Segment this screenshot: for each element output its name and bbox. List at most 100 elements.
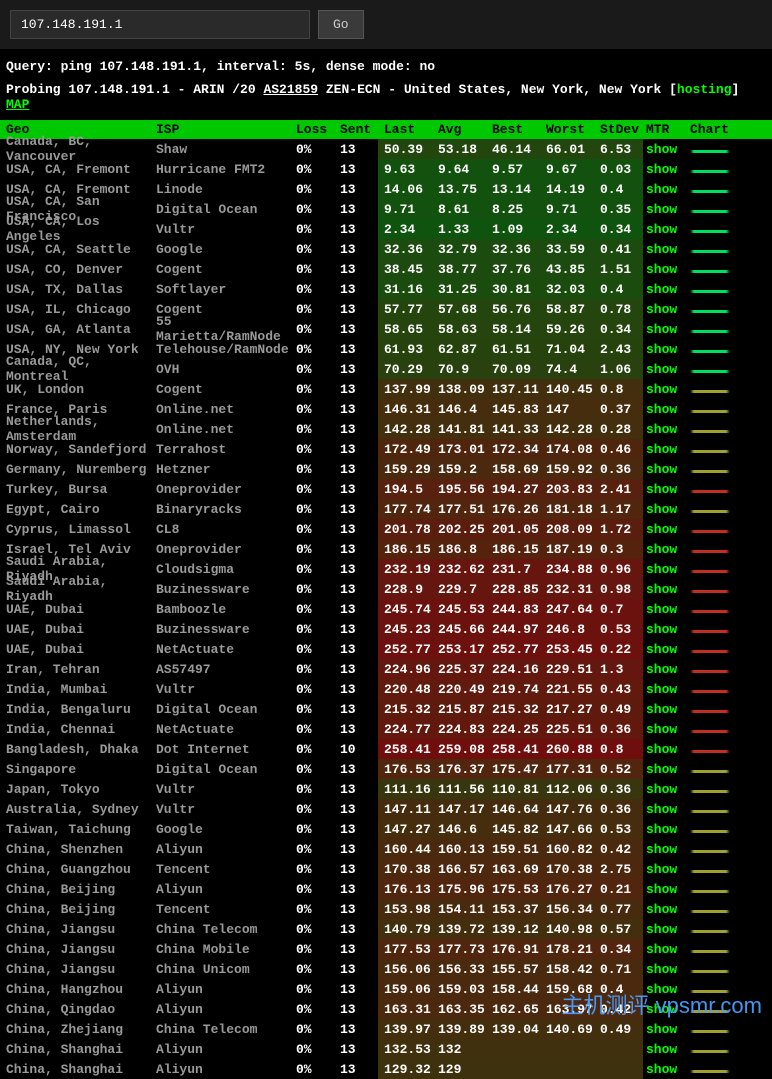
worst-cell: 174.08	[546, 442, 600, 457]
table-row: SingaporeDigital Ocean0%13176.53176.3717…	[0, 759, 772, 779]
mtr-show-link[interactable]: show	[646, 182, 677, 197]
mtr-show-link[interactable]: show	[646, 442, 677, 457]
worst-cell: 203.83	[546, 482, 600, 497]
last-cell: 177.53	[384, 942, 438, 957]
go-button[interactable]: Go	[318, 10, 364, 39]
mtr-show-link[interactable]: show	[646, 702, 677, 717]
sparkline-icon	[690, 630, 730, 633]
mtr-show-link[interactable]: show	[646, 1042, 677, 1057]
mtr-show-link[interactable]: show	[646, 202, 677, 217]
sparkline-cell	[690, 442, 738, 457]
table-row: Netherlands, AmsterdamOnline.net0%13142.…	[0, 419, 772, 439]
sparkline-cell	[690, 522, 738, 537]
mtr-show-link[interactable]: show	[646, 842, 677, 857]
mtr-show-link[interactable]: show	[646, 382, 677, 397]
mtr-show-link[interactable]: show	[646, 1062, 677, 1077]
best-cell: 175.53	[492, 882, 546, 897]
mtr-show-link[interactable]: show	[646, 722, 677, 737]
isp-cell: Tencent	[156, 902, 296, 917]
mtr-show-link[interactable]: show	[646, 302, 677, 317]
sparkline-cell	[690, 662, 738, 677]
stdev-cell: 0.57	[600, 922, 646, 937]
mtr-show-link[interactable]: show	[646, 942, 677, 957]
mtr-show-link[interactable]: show	[646, 482, 677, 497]
mtr-show-link[interactable]: show	[646, 762, 677, 777]
last-cell: 147.27	[384, 822, 438, 837]
mtr-show-link[interactable]: show	[646, 922, 677, 937]
table-row: USA, TX, DallasSoftlayer0%1331.1631.2530…	[0, 279, 772, 299]
table-row: India, MumbaiVultr0%13220.48220.49219.74…	[0, 679, 772, 699]
mtr-show-link[interactable]: show	[646, 822, 677, 837]
sent-cell: 13	[340, 662, 384, 677]
loss-cell: 0%	[296, 342, 340, 357]
best-cell: 186.15	[492, 542, 546, 557]
worst-cell: 147.66	[546, 822, 600, 837]
mtr-show-link[interactable]: show	[646, 782, 677, 797]
avg-cell: 13.75	[438, 182, 492, 197]
mtr-show-link[interactable]: show	[646, 142, 677, 157]
isp-cell: Telehouse/RamNode	[156, 342, 296, 357]
last-cell: 245.23	[384, 622, 438, 637]
isp-cell: OVH	[156, 362, 296, 377]
mtr-show-link[interactable]: show	[646, 642, 677, 657]
mtr-show-link[interactable]: show	[646, 362, 677, 377]
mtr-show-link[interactable]: show	[646, 222, 677, 237]
asn-link[interactable]: AS21859	[263, 82, 318, 97]
mtr-show-link[interactable]: show	[646, 342, 677, 357]
mtr-show-link[interactable]: show	[646, 462, 677, 477]
mtr-show-link[interactable]: show	[646, 402, 677, 417]
mtr-show-link[interactable]: show	[646, 542, 677, 557]
table-row: Egypt, CairoBinaryracks0%13177.74177.511…	[0, 499, 772, 519]
sparkline-icon	[690, 890, 730, 893]
mtr-show-link[interactable]: show	[646, 602, 677, 617]
best-cell: 110.81	[492, 782, 546, 797]
mtr-show-link[interactable]: show	[646, 562, 677, 577]
table-row: China, ShanghaiAliyun0%13129.32129show	[0, 1059, 772, 1079]
last-cell: 57.77	[384, 302, 438, 317]
geo-cell: Iran, Tehran	[6, 662, 156, 677]
mtr-show-link[interactable]: show	[646, 622, 677, 637]
mtr-show-link[interactable]: show	[646, 282, 677, 297]
mtr-show-link[interactable]: show	[646, 862, 677, 877]
best-cell: 32.36	[492, 242, 546, 257]
mtr-show-link[interactable]: show	[646, 422, 677, 437]
worst-cell: 225.51	[546, 722, 600, 737]
table-row: USA, IL, ChicagoCogent0%1357.7757.6856.7…	[0, 299, 772, 319]
hdr-loss: Loss	[296, 122, 340, 137]
avg-cell: 139.72	[438, 922, 492, 937]
stdev-cell: 2.41	[600, 482, 646, 497]
mtr-show-link[interactable]: show	[646, 662, 677, 677]
mtr-show-link[interactable]: show	[646, 262, 677, 277]
last-cell: 137.99	[384, 382, 438, 397]
isp-cell: Cogent	[156, 262, 296, 277]
sent-cell: 13	[340, 1062, 384, 1077]
mtr-show-link[interactable]: show	[646, 882, 677, 897]
map-link[interactable]: MAP	[6, 97, 29, 112]
mtr-show-link[interactable]: show	[646, 522, 677, 537]
mtr-show-link[interactable]: show	[646, 742, 677, 757]
sparkline-cell	[690, 802, 738, 817]
sent-cell: 13	[340, 242, 384, 257]
sparkline-cell	[690, 862, 738, 877]
mtr-show-link[interactable]: show	[646, 242, 677, 257]
mtr-show-link[interactable]: show	[646, 902, 677, 917]
table-row: Taiwan, TaichungGoogle0%13147.27146.6145…	[0, 819, 772, 839]
table-row: Turkey, BursaOneprovider0%13194.5195.561…	[0, 479, 772, 499]
mtr-show-link[interactable]: show	[646, 962, 677, 977]
isp-cell: Cloudsigma	[156, 562, 296, 577]
mtr-show-link[interactable]: show	[646, 162, 677, 177]
mtr-show-link[interactable]: show	[646, 322, 677, 337]
table-row: Norway, SandefjordTerrahost0%13172.49173…	[0, 439, 772, 459]
ip-input[interactable]	[10, 10, 310, 39]
stdev-cell: 0.34	[600, 322, 646, 337]
sparkline-icon	[690, 610, 730, 613]
avg-cell: 129	[438, 1062, 492, 1077]
sent-cell: 13	[340, 302, 384, 317]
mtr-show-link[interactable]: show	[646, 502, 677, 517]
last-cell: 9.63	[384, 162, 438, 177]
sent-cell: 13	[340, 262, 384, 277]
avg-cell: 229.7	[438, 582, 492, 597]
mtr-show-link[interactable]: show	[646, 582, 677, 597]
mtr-show-link[interactable]: show	[646, 682, 677, 697]
mtr-show-link[interactable]: show	[646, 802, 677, 817]
